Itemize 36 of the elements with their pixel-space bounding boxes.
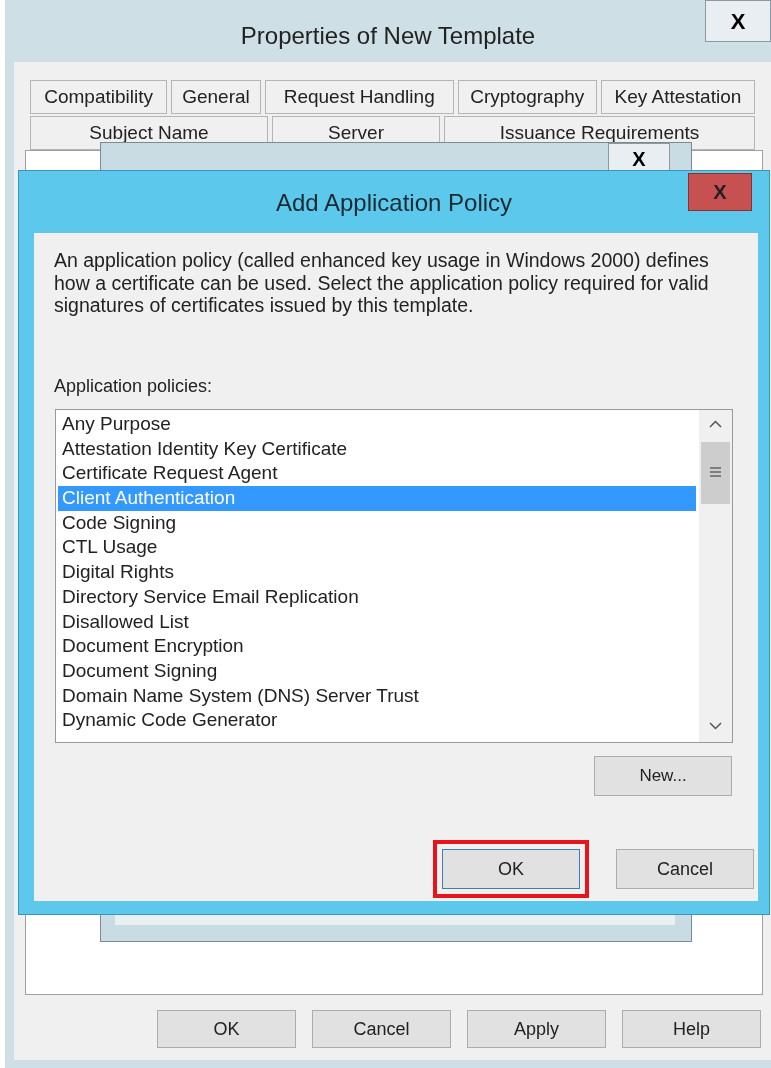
list-item[interactable]: Certificate Request Agent xyxy=(58,461,696,487)
list-item[interactable]: Any Purpose xyxy=(58,412,696,437)
close-button[interactable]: X xyxy=(705,0,771,42)
list-label: Application policies: xyxy=(54,375,213,398)
list-item[interactable]: Code Signing xyxy=(58,510,696,536)
scroll-up-icon[interactable] xyxy=(709,420,722,428)
dialog-button[interactable]: OK xyxy=(157,1010,296,1048)
list-item[interactable]: Document Encryption xyxy=(58,634,696,659)
dialog-button[interactable]: Apply xyxy=(467,1010,606,1048)
list-item[interactable]: Attestation Identity Key Certificate xyxy=(58,436,696,462)
grip-icon xyxy=(710,467,721,477)
scroll-thumb[interactable] xyxy=(701,442,730,504)
list-item[interactable]: Document Signing xyxy=(58,658,696,684)
list-item[interactable]: Disallowed List xyxy=(58,609,696,635)
scrollbar[interactable] xyxy=(699,410,732,742)
list-item[interactable]: Digital Rights xyxy=(58,560,696,585)
dialog-title: Add Application Policy xyxy=(275,188,513,218)
list-item[interactable]: Dynamic Code Generator xyxy=(58,708,696,733)
tab[interactable]: General xyxy=(171,80,261,114)
dialog-button[interactable]: Cancel xyxy=(312,1010,451,1048)
dialog-button[interactable]: Help xyxy=(622,1010,761,1048)
window-title: Properties of New Template xyxy=(240,21,536,51)
scroll-down-icon[interactable] xyxy=(709,722,722,730)
close-button[interactable]: X xyxy=(608,143,670,173)
tab[interactable]: Compatibility xyxy=(30,80,168,114)
list-item[interactable]: Directory Service Email Replication xyxy=(58,584,696,610)
tab[interactable]: Key Attestation xyxy=(600,80,755,114)
list-item[interactable]: Domain Name System (DNS) Server Trust xyxy=(58,683,696,709)
dialog-button[interactable]: OK xyxy=(442,849,580,889)
list-item[interactable]: CTL Usage xyxy=(58,535,696,561)
dialog-button[interactable]: Cancel xyxy=(616,849,754,889)
tab[interactable]: Cryptography xyxy=(457,80,597,114)
new-button[interactable]: New... xyxy=(594,756,732,796)
tab[interactable]: Request Handling xyxy=(264,80,454,114)
description-text: An application policy (called enhanced key usage in Windows 2000) defines how a certificate can be used. Select the application policy required for valid signatures of certificates issued by this template. xyxy=(54,249,710,317)
close-button[interactable]: X xyxy=(688,173,752,211)
